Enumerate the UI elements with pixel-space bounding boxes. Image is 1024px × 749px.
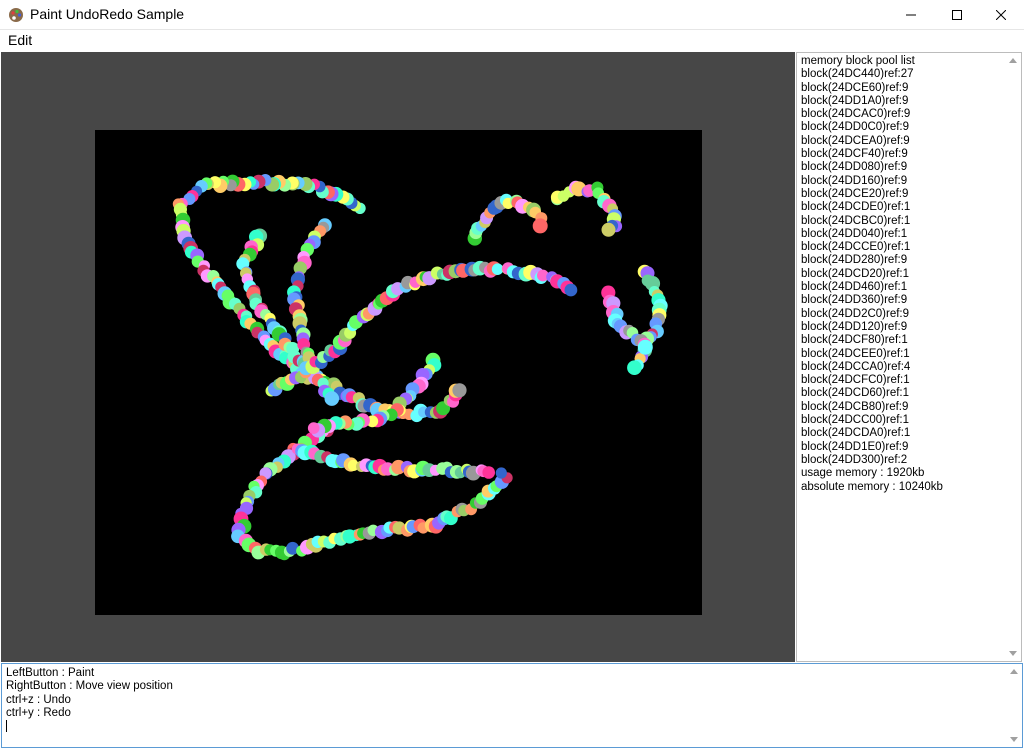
paint-dot	[637, 339, 653, 355]
pool-list-line: block(24DD280)ref:9	[801, 254, 908, 267]
maximize-button[interactable]	[934, 0, 980, 30]
pool-list-line: block(24DD360)ref:9	[801, 294, 908, 307]
title-bar[interactable]: Paint UndoRedo Sample	[0, 0, 1024, 30]
paint-dot	[532, 218, 548, 234]
paint-canvas[interactable]	[95, 130, 702, 615]
pool-list-line: block(24DCF40)ref:9	[801, 148, 908, 161]
pool-list-line: block(24DD460)ref:1	[801, 281, 908, 294]
paint-strokes	[172, 174, 668, 561]
pool-list-line: block(24DCD60)ref:1	[801, 387, 910, 400]
pool-list-line: block(24DD300)ref:2	[801, 453, 908, 466]
pool-list-line: block(24DCEE0)ref:1	[801, 347, 910, 360]
pool-list-line: block(24DCAC0)ref:9	[801, 108, 911, 121]
pool-list-line: block(24DCDE0)ref:1	[801, 201, 911, 214]
pool-list-line: block(24DCB80)ref:9	[801, 400, 909, 413]
pool-list-line: block(24DC440)ref:27	[801, 68, 914, 81]
paint-palette-icon	[9, 8, 23, 22]
pool-list-line: usage memory : 1920kb	[801, 467, 925, 480]
memory-pool-panel[interactable]: memory block pool list block(24DC440)ref:…	[796, 52, 1022, 662]
pool-list-line: block(24DCC00)ref:1	[801, 414, 910, 427]
memory-pool-list: memory block pool list block(24DC440)ref:…	[801, 55, 943, 494]
pool-list-line: block(24DD1E0)ref:9	[801, 440, 909, 453]
pool-list-line: block(24DCBC0)ref:1	[801, 214, 911, 227]
pool-list-line: block(24DD1A0)ref:9	[801, 94, 909, 107]
menu-bar: Edit	[0, 30, 1024, 51]
scroll-up-icon[interactable]	[1010, 669, 1018, 674]
pool-scrollbar[interactable]	[1005, 53, 1021, 661]
help-line: LeftButton : Paint	[6, 667, 95, 679]
paint-dot	[482, 466, 496, 479]
pool-list-line: absolute memory : 10240kb	[801, 480, 943, 493]
pool-list-line: block(24DCEA0)ref:9	[801, 134, 910, 147]
pool-list-line: block(24DD040)ref:1	[801, 227, 908, 240]
scroll-down-icon[interactable]	[1010, 737, 1018, 742]
close-button[interactable]	[978, 0, 1024, 30]
minimize-button[interactable]	[888, 0, 934, 30]
paint-dot	[495, 467, 507, 479]
paint-dot	[491, 263, 504, 275]
pool-list-line: block(24DD120)ref:9	[801, 320, 908, 333]
help-line: ctrl+y : Redo	[6, 706, 71, 719]
paint-dot	[601, 222, 616, 237]
pool-list-line: block(24DCE60)ref:9	[801, 81, 909, 94]
help-panel[interactable]: LeftButton : Paint RightButton : Move vie…	[1, 663, 1023, 748]
paint-dot	[307, 422, 320, 434]
pool-list-line: block(24DCF80)ref:1	[801, 334, 908, 347]
help-line: RightButton : Move view position	[6, 680, 173, 693]
menu-edit[interactable]: Edit	[8, 32, 32, 48]
pool-list-line: block(24DD080)ref:9	[801, 161, 908, 174]
scroll-up-icon[interactable]	[1009, 58, 1017, 63]
help-scrollbar[interactable]	[1006, 664, 1022, 747]
window-title: Paint UndoRedo Sample	[30, 6, 185, 22]
pool-list-line: block(24DD160)ref:9	[801, 174, 908, 187]
pool-list-line: block(24DCCE0)ref:1	[801, 241, 911, 254]
pool-list-line: block(24DCCA0)ref:4	[801, 360, 911, 373]
paint-view[interactable]	[1, 52, 795, 662]
paint-dot	[627, 360, 642, 375]
pool-list-line: block(24DCE20)ref:9	[801, 187, 909, 200]
pool-list-line: block(24DD2C0)ref:9	[801, 307, 910, 320]
pool-list-line: block(24DCD20)ref:1	[801, 267, 910, 280]
pool-list-header: memory block pool list	[801, 55, 915, 67]
paint-dot	[564, 283, 578, 297]
minimize-icon	[906, 14, 916, 16]
maximize-icon	[952, 10, 962, 20]
pool-list-line: block(24DCFC0)ref:1	[801, 374, 910, 387]
paint-dot	[324, 391, 340, 406]
help-text: LeftButton : Paint RightButton : Move vie…	[6, 667, 173, 733]
text-caret	[6, 720, 7, 733]
paint-dot	[452, 383, 467, 398]
close-icon	[996, 10, 1006, 20]
scroll-down-icon[interactable]	[1009, 651, 1017, 656]
pool-list-line: block(24DD0C0)ref:9	[801, 121, 910, 134]
pool-list-line: block(24DCDA0)ref:1	[801, 427, 911, 440]
help-line: ctrl+z : Undo	[6, 693, 71, 706]
